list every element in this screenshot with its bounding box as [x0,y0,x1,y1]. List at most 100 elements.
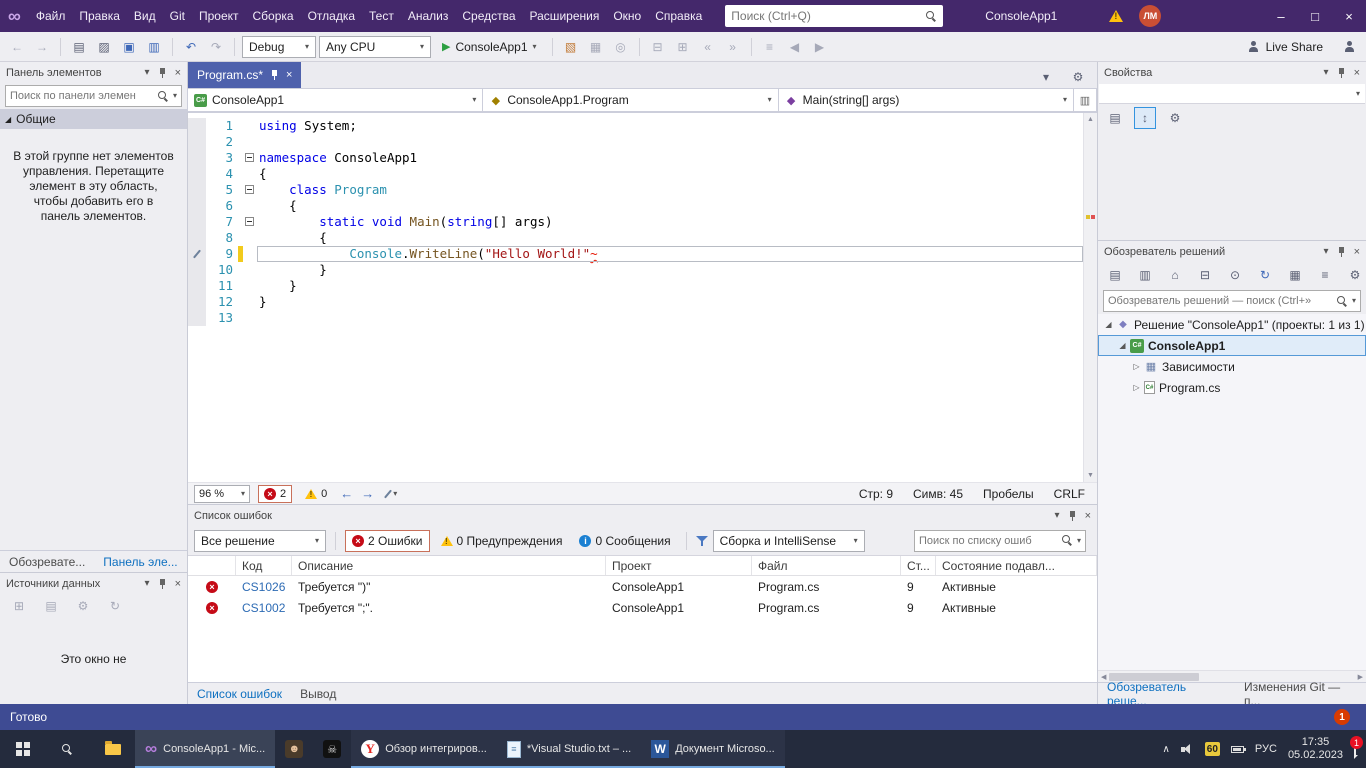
pin-icon[interactable] [1337,67,1346,79]
code-text[interactable]: { [257,166,1083,182]
expand-icon[interactable]: ▷ [1130,362,1143,371]
menu-item-4[interactable]: Проект [192,0,246,32]
toolbar-save-all-icon[interactable]: ▥ [143,36,165,58]
toolbar-nav-back-icon[interactable]: ← [6,36,28,58]
toolbar-decrease-indent-icon[interactable]: « [697,36,719,58]
collapse-region-icon[interactable] [245,185,254,194]
expand-icon[interactable]: ▷ [1130,383,1143,392]
type-dropdown[interactable]: ConsoleApp1.Program▾ [482,88,778,112]
start-button[interactable] [0,730,45,768]
glyph-margin[interactable] [188,182,206,198]
menu-item-9[interactable]: Средства [455,0,522,32]
collapse-region-icon[interactable] [245,153,254,162]
glyph-margin[interactable] [188,294,206,310]
taskbar-word[interactable]: Документ Microso... [641,730,785,768]
warnings-filter-button[interactable]: ! 0 Предупреждения [435,530,569,552]
properties-alphabetical-icon[interactable]: ↕ [1134,107,1156,129]
taskbar-explorer-button[interactable] [90,730,135,768]
toolbox-tab-1[interactable]: Панель эле... [94,551,186,572]
spaces-indicator[interactable]: Пробелы [983,487,1034,501]
solution-explorer-home-icon[interactable]: ⌂ [1164,264,1186,286]
menu-item-7[interactable]: Тест [362,0,401,32]
toolbar-bookmark-next-icon[interactable]: ▶ [809,36,831,58]
error-list-column-5[interactable]: Ст... [901,556,936,575]
solution-explorer-show-all-files-icon[interactable]: ▦ [1284,264,1306,286]
solution-explorer-collapse-all-icon[interactable]: ⊟ [1194,264,1216,286]
editor-document-list-icon[interactable]: ▾ [1035,66,1057,88]
solution-explorer-refresh-icon[interactable]: ↻ [1254,264,1276,286]
menu-item-6[interactable]: Отладка [301,0,362,32]
start-debugging-button[interactable]: ▶ ConsoleApp1 ▾ [434,35,545,59]
maximize-button[interactable]: □ [1298,0,1332,32]
close-icon[interactable]: × [175,578,181,590]
menu-item-1[interactable]: Правка [72,0,127,32]
menu-item-2[interactable]: Вид [127,0,163,32]
data-sources-configure-icon[interactable]: ⚙ [72,595,94,617]
close-icon[interactable]: × [175,67,181,79]
menu-item-0[interactable]: Файл [29,0,73,32]
code-text[interactable]: static void Main(string[] args) [257,214,1083,230]
errors-filter-button[interactable]: × 2 Ошибки [345,530,430,552]
error-list-column-2[interactable]: Описание [292,556,606,575]
close-tab-icon[interactable]: × [286,69,292,81]
intellisense-filter-dropdown[interactable]: Сборка и IntelliSense ▾ [713,530,865,552]
code-text[interactable]: } [257,278,1083,294]
action-center-button[interactable]: 1 [1354,743,1356,755]
tree-node-1[interactable]: ◢ConsoleApp1 [1098,335,1366,356]
glyph-margin[interactable] [188,198,206,214]
code-text[interactable]: { [257,198,1083,214]
quick-search-input[interactable] [731,9,922,23]
toolbox-search-input[interactable] [10,90,154,102]
properties-title-bar[interactable]: Свойства ▾ × [1098,62,1366,83]
error-list-search[interactable]: ▾ [914,530,1086,552]
member-dropdown[interactable]: Main(string[] args)▾ [778,88,1074,112]
error-row-CS1002[interactable]: ×CS1002Требуется ";".ConsoleApp1Program.… [188,597,1097,618]
toolbar-comment-out-icon[interactable]: ≡ [759,36,781,58]
close-icon[interactable]: × [1354,67,1360,79]
quick-search[interactable] [725,5,943,27]
code-text[interactable]: class Program [257,182,1083,198]
line-ending-indicator[interactable]: CRLF [1054,487,1085,501]
pin-tab-icon[interactable] [270,69,279,81]
chevron-down-icon[interactable]: ▾ [145,67,150,78]
taskbar-visual-studio[interactable]: ConsoleApp1 - Mic... [135,730,275,768]
menu-item-10[interactable]: Расширения [523,0,607,32]
code-text[interactable]: namespace ConsoleApp1 [257,150,1083,166]
toolbar-bookmark-prev-icon[interactable]: ◀ [784,36,806,58]
solution-explorer-view-code-icon[interactable]: ≡ [1314,264,1336,286]
send-feedback-button[interactable] [1338,36,1360,58]
glyph-margin[interactable] [188,118,206,134]
menu-item-8[interactable]: Анализ [401,0,456,32]
menu-item-5[interactable]: Сборка [246,0,301,32]
toolbar-expand-outline-icon[interactable]: ⊞ [672,36,694,58]
platform-dropdown[interactable]: Any CPU ▾ [319,36,431,58]
solution-explorer-search[interactable]: ▾ [1103,290,1361,312]
error-list-column-3[interactable]: Проект [606,556,752,575]
glyph-margin[interactable] [188,278,206,294]
toolbar-collapse-outline-icon[interactable]: ⊟ [647,36,669,58]
toolbox-tab-0[interactable]: Обозревате... [0,551,94,572]
tree-node-3[interactable]: ▷Program.cs [1098,377,1366,398]
glyph-margin[interactable] [188,246,206,262]
editor-editor-options-gear-icon[interactable]: ⚙ [1067,66,1089,88]
toolbar-save-icon[interactable]: ▣ [118,36,140,58]
menu-item-3[interactable]: Git [163,0,192,32]
glyph-margin[interactable] [188,262,206,278]
split-window-icon[interactable]: ▥ [1073,88,1097,112]
user-avatar[interactable]: ЛМ [1139,5,1161,27]
pin-icon[interactable] [1068,510,1077,522]
error-list-title-bar[interactable]: Список ошибок ▾ × [188,505,1097,526]
live-share-button[interactable]: Live Share [1248,40,1323,54]
chevron-down-icon[interactable]: ▾ [145,578,150,589]
zoom-dropdown[interactable]: 96 % ▾ [194,485,250,503]
chevron-down-icon[interactable]: ▾ [1055,510,1060,521]
code-text[interactable]: { [257,230,1083,246]
taskbar-game-1[interactable] [275,730,313,768]
error-row-CS1026[interactable]: ×CS1026Требуется ")"ConsoleApp1Program.c… [188,576,1097,597]
solution-tab-0[interactable]: Обозреватель реше... [1098,683,1235,704]
error-list-column-1[interactable]: Код [236,556,292,575]
error-list-column-4[interactable]: Файл [752,556,901,575]
minimize-button[interactable]: – [1264,0,1298,32]
tree-node-2[interactable]: ▷Зависимости [1098,356,1366,377]
glyph-margin[interactable] [188,166,206,182]
